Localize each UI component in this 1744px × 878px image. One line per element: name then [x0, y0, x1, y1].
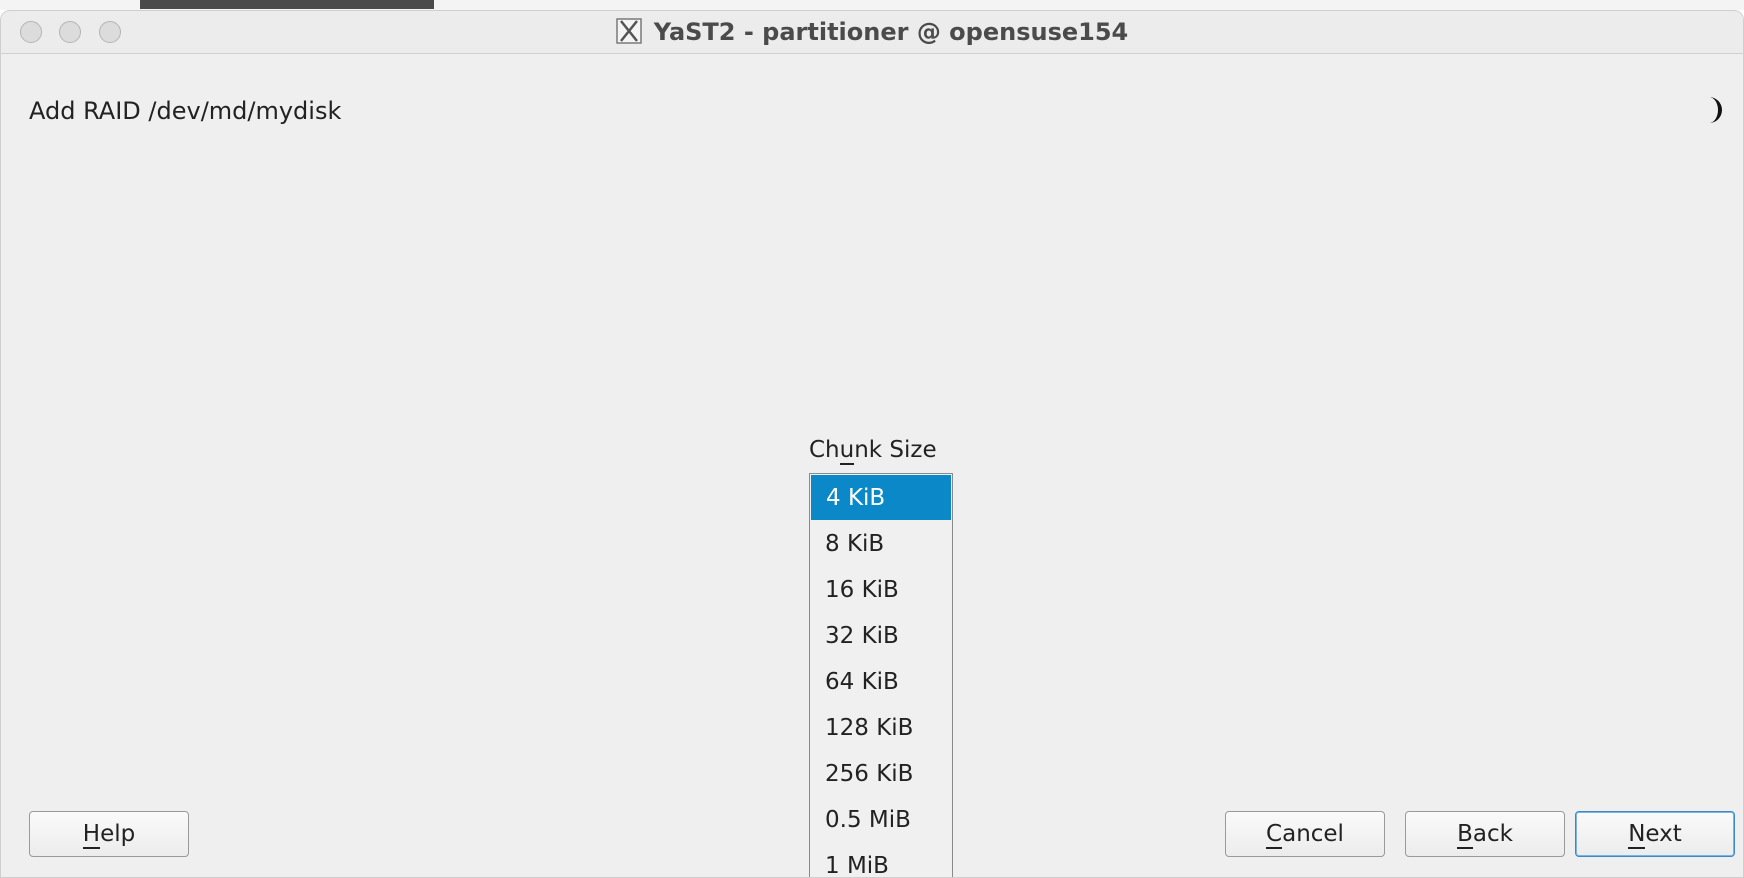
yast-window: YaST2 - partitioner @ opensuse154 Add RA…: [0, 10, 1744, 878]
window-title-text: YaST2 - partitioner @ opensuse154: [653, 18, 1129, 46]
back-button-label: ack: [1472, 821, 1513, 847]
desktop-tab: [140, 0, 434, 9]
moon-busy-icon: [1709, 97, 1722, 123]
chunk-size-option[interactable]: 4 KiB: [811, 475, 951, 520]
chunk-size-option[interactable]: 16 KiB: [810, 567, 952, 613]
desktop-top-strip: [0, 0, 1744, 10]
cancel-button-label: ancel: [1282, 821, 1344, 847]
chunk-size-label: Chunk Size: [809, 437, 937, 465]
back-button-mnemonic: B: [1457, 821, 1473, 849]
next-button[interactable]: Next: [1575, 811, 1735, 857]
chunk-size-label-part: nk Size: [854, 437, 937, 463]
back-button[interactable]: Back: [1405, 811, 1565, 857]
help-button-mnemonic: H: [82, 821, 101, 849]
chunk-size-option[interactable]: 64 KiB: [810, 659, 952, 705]
x-window-icon: [616, 18, 642, 44]
cancel-button-mnemonic: C: [1266, 821, 1283, 849]
next-button-mnemonic: N: [1628, 821, 1646, 849]
chunk-size-option[interactable]: 256 KiB: [810, 751, 952, 797]
chunk-size-option[interactable]: 1 MiB: [810, 843, 952, 877]
help-button[interactable]: Help: [29, 811, 189, 857]
window-title: YaST2 - partitioner @ opensuse154: [1, 11, 1743, 53]
chunk-size-option[interactable]: 32 KiB: [810, 613, 952, 659]
chunk-size-label-mnemonic: u: [839, 437, 855, 465]
next-button-label: ext: [1645, 821, 1682, 847]
dialog-title: Add RAID /dev/md/mydisk: [29, 97, 342, 125]
cancel-button[interactable]: Cancel: [1225, 811, 1385, 857]
title-bar: YaST2 - partitioner @ opensuse154: [1, 11, 1743, 54]
chunk-size-option[interactable]: 128 KiB: [810, 705, 952, 751]
help-button-label: elp: [100, 821, 136, 847]
chunk-size-label-part: Ch: [809, 437, 840, 463]
chunk-size-option[interactable]: 0.5 MiB: [810, 797, 952, 843]
chunk-size-list[interactable]: 4 KiB 8 KiB 16 KiB 32 KiB 64 KiB 128 KiB…: [809, 473, 953, 877]
chunk-size-option[interactable]: 8 KiB: [810, 521, 952, 567]
